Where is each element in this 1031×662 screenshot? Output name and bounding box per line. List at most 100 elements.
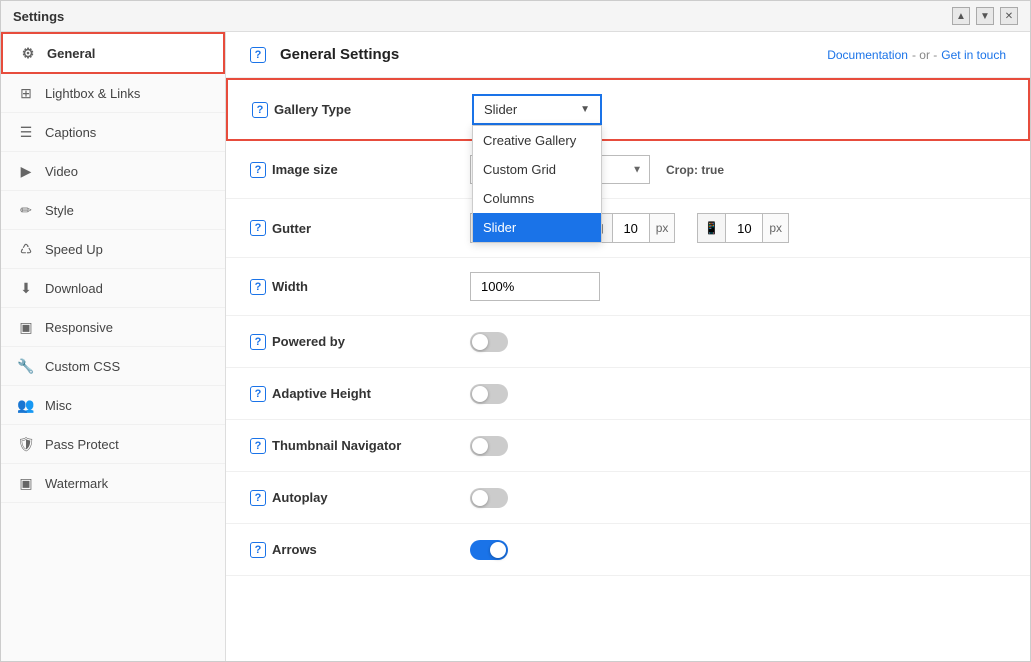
control-arrows	[470, 540, 1006, 560]
sidebar-label-general: General	[47, 46, 95, 61]
sidebar-item-general[interactable]: ⚙ General	[1, 32, 225, 74]
sidebar-label-video: Video	[45, 164, 78, 179]
sidebar-item-captions[interactable]: ☰ Captions	[1, 113, 225, 152]
toggle-knob-adaptive-height	[472, 386, 488, 402]
label-arrows: ?Arrows	[250, 542, 470, 558]
sidebar-icon-watermark: ▣	[17, 474, 35, 492]
settings-window: Settings ▲ ▼ ✕ ⚙ General ⊞ Lightbox & Li…	[0, 0, 1031, 662]
restore-button[interactable]: ▼	[976, 7, 994, 25]
control-autoplay	[470, 488, 1006, 508]
help-icon-autoplay: ?	[250, 490, 266, 506]
sidebar-icon-responsive: ▣	[17, 318, 35, 336]
sidebar-item-speedup[interactable]: ♺ Speed Up	[1, 230, 225, 269]
main-panel: ? General Settings Documentation - or - …	[226, 32, 1030, 661]
settings-row-width: ?Width	[226, 258, 1030, 316]
help-icon-image-size: ?	[250, 162, 266, 178]
settings-row-thumbnail-navigator: ? Thumbnail Navigator	[226, 420, 1030, 472]
settings-row-gallery-type: ?Gallery TypeSlider▼Creative GalleryCust…	[226, 78, 1030, 141]
label-text-autoplay: Autoplay	[272, 490, 328, 505]
sidebar-item-lightbox[interactable]: ⊞ Lightbox & Links	[1, 74, 225, 113]
window-controls: ▲ ▼ ✕	[952, 7, 1018, 25]
gutter-input-2[interactable]	[726, 214, 762, 242]
dropdown-option-custom-grid[interactable]: Custom Grid	[473, 155, 601, 184]
sidebar-item-responsive[interactable]: ▣ Responsive	[1, 308, 225, 347]
sidebar-label-passprotect: Pass Protect	[45, 437, 119, 452]
sidebar-icon-download: ⬇	[17, 279, 35, 297]
toggle-track-autoplay[interactable]	[470, 488, 508, 508]
sidebar-item-customcss[interactable]: 🔧 Custom CSS	[1, 347, 225, 386]
sidebar-item-style[interactable]: ✏ Style	[1, 191, 225, 230]
help-icon-arrows: ?	[250, 542, 266, 558]
sidebar-icon-customcss: 🔧	[17, 357, 35, 375]
label-width: ?Width	[250, 279, 470, 295]
window-title: Settings	[13, 9, 64, 24]
control-adaptive-height	[470, 384, 1006, 404]
toggle-adaptive-height[interactable]	[470, 384, 508, 404]
sidebar-item-video[interactable]: ▶ Video	[1, 152, 225, 191]
sidebar-icon-speedup: ♺	[17, 240, 35, 258]
control-powered-by	[470, 332, 1006, 352]
crop-label: Crop: true	[666, 163, 724, 177]
sidebar-item-passprotect[interactable]: 🛡 Pass Protect	[1, 425, 225, 464]
control-gallery-type: Slider▼Creative GalleryCustom GridColumn…	[472, 94, 1004, 125]
dropdown-menu-gallery-type: Creative GalleryCustom GridColumnsSlider	[472, 125, 602, 243]
label-text-gutter: Gutter	[272, 221, 311, 236]
dropdown-gallery-type: Slider▼Creative GalleryCustom GridColumn…	[472, 94, 602, 125]
sidebar-label-captions: Captions	[45, 125, 96, 140]
toggle-autoplay[interactable]	[470, 488, 508, 508]
label-text-image-size: Image size	[272, 162, 338, 177]
label-text-width: Width	[272, 279, 308, 294]
documentation-link[interactable]: Documentation	[827, 48, 908, 62]
sidebar-icon-passprotect: 🛡	[17, 435, 35, 453]
dropdown-option-slider[interactable]: Slider	[473, 213, 601, 242]
sidebar-label-download: Download	[45, 281, 103, 296]
settings-row-autoplay: ? Autoplay	[226, 472, 1030, 524]
gutter-input-1[interactable]	[613, 214, 649, 242]
toggle-powered-by[interactable]	[470, 332, 508, 352]
toggle-track-thumbnail-navigator[interactable]	[470, 436, 508, 456]
label-thumbnail-navigator: ? Thumbnail Navigator	[250, 438, 470, 454]
sidebar-label-style: Style	[45, 203, 74, 218]
minimize-button[interactable]: ▲	[952, 7, 970, 25]
get-in-touch-link[interactable]: Get in touch	[941, 48, 1006, 62]
sidebar-item-download[interactable]: ⬇ Download	[1, 269, 225, 308]
sidebar-label-responsive: Responsive	[45, 320, 113, 335]
toggle-arrows[interactable]	[470, 540, 508, 560]
help-icon-powered-by: ?	[250, 334, 266, 350]
sidebar: ⚙ General ⊞ Lightbox & Links ☰ Captions …	[1, 32, 226, 661]
dropdown-button-gallery-type[interactable]: Slider ▼	[472, 94, 602, 125]
main-content: ⚙ General ⊞ Lightbox & Links ☰ Captions …	[1, 32, 1030, 661]
toggle-thumbnail-navigator[interactable]	[470, 436, 508, 456]
sidebar-icon-captions: ☰	[17, 123, 35, 141]
help-icon-adaptive-height: ?	[250, 386, 266, 402]
label-text-thumbnail-navigator: Thumbnail Navigator	[272, 438, 401, 453]
dropdown-option-columns[interactable]: Columns	[473, 184, 601, 213]
mobile-icon: 📱	[698, 214, 726, 242]
settings-row-adaptive-height: ? Adaptive Height	[226, 368, 1030, 420]
help-icon-thumbnail-navigator: ?	[250, 438, 266, 454]
toggle-knob-powered-by	[472, 334, 488, 350]
label-text-adaptive-height: Adaptive Height	[272, 386, 371, 401]
close-button[interactable]: ✕	[1000, 7, 1018, 25]
sidebar-label-misc: Misc	[45, 398, 72, 413]
crop-key: Crop:	[666, 163, 698, 177]
crop-value: true	[701, 163, 724, 177]
toggle-knob-autoplay	[472, 490, 488, 506]
main-header: ? General Settings Documentation - or - …	[226, 32, 1030, 78]
settings-rows: ?Gallery Type Slider ▼ Creative GalleryCust…	[226, 78, 1030, 576]
help-icon-gutter: ?	[250, 220, 266, 236]
toggle-track-powered-by[interactable]	[470, 332, 508, 352]
width-input[interactable]	[470, 272, 600, 301]
toggle-knob-arrows	[490, 542, 506, 558]
toggle-track-adaptive-height[interactable]	[470, 384, 508, 404]
dropdown-option-creative-gallery[interactable]: Creative Gallery	[473, 126, 601, 155]
sidebar-item-watermark[interactable]: ▣ Watermark	[1, 464, 225, 503]
label-gallery-type: ?Gallery Type	[252, 102, 472, 118]
sidebar-item-misc[interactable]: 👥 Misc	[1, 386, 225, 425]
toggle-track-arrows[interactable]	[470, 540, 508, 560]
sidebar-label-watermark: Watermark	[45, 476, 108, 491]
dropdown-arrow-icon: ▼	[580, 104, 590, 115]
separator-text: - or -	[912, 48, 937, 62]
sidebar-icon-misc: 👥	[17, 396, 35, 414]
dropdown-selected-value: Slider	[484, 102, 517, 117]
